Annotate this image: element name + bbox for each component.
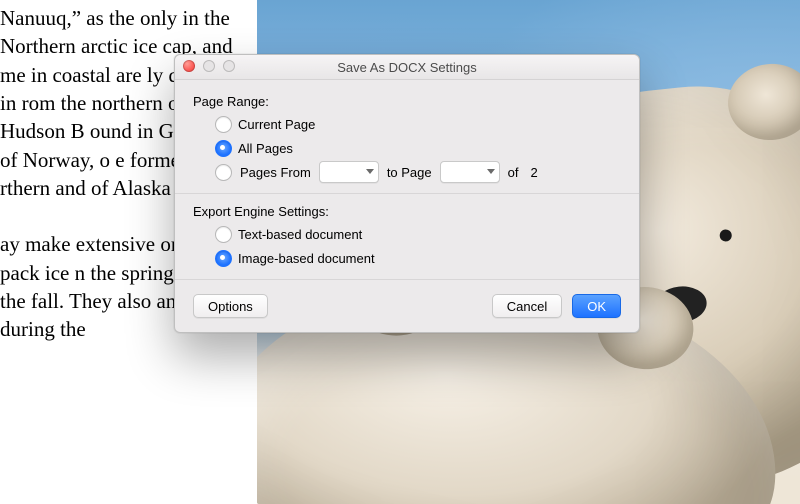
to-page-label: to Page <box>387 165 432 180</box>
dialog-title: Save As DOCX Settings <box>337 60 476 75</box>
separator <box>175 193 639 194</box>
export-engine-label: Export Engine Settings: <box>193 204 621 219</box>
separator <box>175 279 639 280</box>
radio-text-based-label: Text-based document <box>238 227 362 242</box>
radio-text-based[interactable] <box>215 226 232 243</box>
radio-current-page[interactable] <box>215 116 232 133</box>
close-window-icon[interactable] <box>183 60 195 72</box>
radio-all-pages[interactable] <box>215 140 232 157</box>
window-controls <box>183 60 235 72</box>
radio-image-based-label: Image-based document <box>238 251 375 266</box>
chevron-down-icon <box>487 168 495 176</box>
of-label: of <box>508 165 519 180</box>
total-pages-value: 2 <box>530 165 537 180</box>
options-button[interactable]: Options <box>193 294 268 318</box>
radio-pages-from-label: Pages From <box>240 165 311 180</box>
radio-pages-from[interactable] <box>215 164 232 181</box>
radio-all-pages-label: All Pages <box>238 141 293 156</box>
radio-image-based[interactable] <box>215 250 232 267</box>
zoom-window-icon <box>223 60 235 72</box>
cancel-button[interactable]: Cancel <box>492 294 562 318</box>
radio-current-page-label: Current Page <box>238 117 315 132</box>
dialog-titlebar: Save As DOCX Settings <box>175 55 639 80</box>
pages-from-select[interactable] <box>319 161 379 183</box>
pages-to-select[interactable] <box>440 161 500 183</box>
ok-button[interactable]: OK <box>572 294 621 318</box>
minimize-window-icon <box>203 60 215 72</box>
save-as-docx-dialog: Save As DOCX Settings Page Range: Curren… <box>174 54 640 333</box>
page-range-label: Page Range: <box>193 94 621 109</box>
chevron-down-icon <box>366 168 374 176</box>
